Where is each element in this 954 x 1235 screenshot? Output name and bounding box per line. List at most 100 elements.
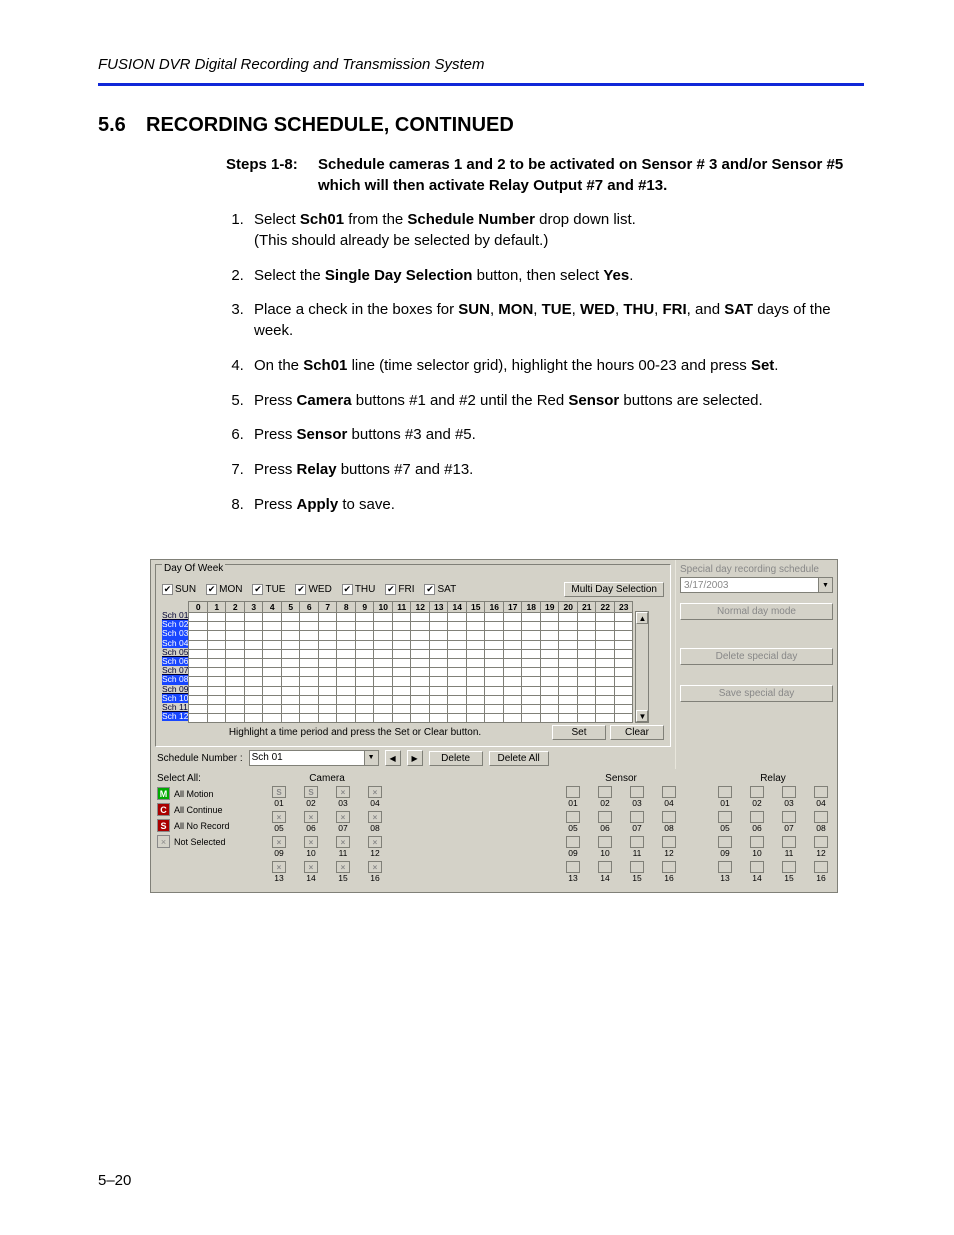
steps-text: Schedule cameras 1 and 2 to be activated… <box>318 155 864 196</box>
sensor-button-14[interactable]: 14 <box>595 861 615 883</box>
scroll-down-icon[interactable]: ▼ <box>636 710 648 722</box>
schedule-number-combo[interactable]: Sch 01▼ <box>249 750 379 766</box>
select-all-not-selected[interactable]: ×Not Selected <box>157 835 261 848</box>
sensor-button-8[interactable]: 08 <box>659 811 679 833</box>
relay-button-8[interactable]: 08 <box>811 811 831 833</box>
clear-button[interactable]: Clear <box>610 725 664 740</box>
camera-button-7[interactable]: ×07 <box>333 811 353 833</box>
camera-button-3[interactable]: ×03 <box>333 786 353 808</box>
steps-header: Steps 1-8: Schedule cameras 1 and 2 to b… <box>226 155 864 196</box>
special-day-date[interactable]: 3/17/2003▼ <box>680 577 833 593</box>
camera-button-10[interactable]: ×10 <box>301 836 321 858</box>
next-button[interactable]: ▶ <box>407 750 423 766</box>
relay-button-15[interactable]: 15 <box>779 861 799 883</box>
relay-button-16[interactable]: 16 <box>811 861 831 883</box>
sensor-label: Sensor <box>563 773 679 784</box>
relay-button-13[interactable]: 13 <box>715 861 735 883</box>
camera-button-2[interactable]: S02 <box>301 786 321 808</box>
page: FUSION DVR Digital Recording and Transmi… <box>0 0 954 1235</box>
relay-button-7[interactable]: 07 <box>779 811 799 833</box>
relay-button-5[interactable]: 05 <box>715 811 735 833</box>
sensor-button-10[interactable]: 10 <box>595 836 615 858</box>
lower-panel: Select All: MAll MotionCAll ContinueSAll… <box>151 769 837 892</box>
camera-button-6[interactable]: ×06 <box>301 811 321 833</box>
sensor-button-15[interactable]: 15 <box>627 861 647 883</box>
sensor-group: Sensor 01 02 03 04 05 06 07 08 09 10 11 12 13 14 15 16 <box>563 773 679 886</box>
camera-button-11[interactable]: ×11 <box>333 836 353 858</box>
schedule-row-label[interactable]: Sch 12 <box>162 712 188 721</box>
steps-list: Select Sch01 from the Schedule Number dr… <box>226 210 864 515</box>
sensor-button-7[interactable]: 07 <box>627 811 647 833</box>
camera-button-1[interactable]: S01 <box>269 786 289 808</box>
sensor-button-9[interactable]: 09 <box>563 836 583 858</box>
relay-button-4[interactable]: 04 <box>811 786 831 808</box>
chevron-down-icon[interactable]: ▼ <box>364 751 378 765</box>
camera-button-14[interactable]: ×14 <box>301 861 321 883</box>
sensor-button-11[interactable]: 11 <box>627 836 647 858</box>
relay-label: Relay <box>715 773 831 784</box>
prev-button[interactable]: ◀ <box>385 750 401 766</box>
sensor-button-5[interactable]: 05 <box>563 811 583 833</box>
normal-day-button[interactable]: Normal day mode <box>680 603 833 620</box>
time-grid[interactable]: 01234567891011121314151617181920212223 <box>188 601 633 723</box>
dow-row: ✔SUN ✔MON ✔TUE ✔WED ✔THU ✔FRI ✔SAT Multi Day S… <box>156 580 670 601</box>
grid-scrollbar[interactable]: ▲ ▼ <box>635 611 649 723</box>
camera-button-16[interactable]: ×16 <box>365 861 385 883</box>
special-day-title: Special day recording schedule <box>680 564 833 575</box>
special-day-panel: Special day recording schedule 3/17/2003… <box>675 560 837 769</box>
step-8: Press Apply to save. <box>248 495 864 516</box>
dow-check-thu[interactable]: ✔THU <box>342 584 376 595</box>
relay-button-10[interactable]: 10 <box>747 836 767 858</box>
select-all-all-no-record[interactable]: SAll No Record <box>157 819 261 832</box>
dow-check-fri[interactable]: ✔FRI <box>385 584 414 595</box>
relay-button-2[interactable]: 02 <box>747 786 767 808</box>
camera-button-9[interactable]: ×09 <box>269 836 289 858</box>
header-rule <box>98 83 864 86</box>
camera-button-8[interactable]: ×08 <box>365 811 385 833</box>
delete-all-button[interactable]: Delete All <box>489 751 549 766</box>
sensor-button-2[interactable]: 02 <box>595 786 615 808</box>
relay-button-11[interactable]: 11 <box>779 836 799 858</box>
step-3: Place a check in the boxes for SUN, MON,… <box>248 300 864 341</box>
dow-check-sat[interactable]: ✔SAT <box>424 584 456 595</box>
dow-check-wed[interactable]: ✔WED <box>295 584 331 595</box>
relay-button-12[interactable]: 12 <box>811 836 831 858</box>
sensor-button-12[interactable]: 12 <box>659 836 679 858</box>
dow-check-tue[interactable]: ✔TUE <box>252 584 285 595</box>
schedule-grid: Sch 01Sch 02Sch 03Sch 04Sch 05Sch 06Sch … <box>156 601 670 723</box>
relay-button-9[interactable]: 09 <box>715 836 735 858</box>
relay-button-14[interactable]: 14 <box>747 861 767 883</box>
camera-button-12[interactable]: ×12 <box>365 836 385 858</box>
select-all-group: Select All: MAll MotionCAll ContinueSAll… <box>157 773 261 886</box>
camera-button-4[interactable]: ×04 <box>365 786 385 808</box>
sensor-button-4[interactable]: 04 <box>659 786 679 808</box>
select-all-all-continue[interactable]: CAll Continue <box>157 803 261 816</box>
select-all-all-motion[interactable]: MAll Motion <box>157 787 261 800</box>
delete-special-button[interactable]: Delete special day <box>680 648 833 665</box>
sensor-button-1[interactable]: 01 <box>563 786 583 808</box>
sensor-button-13[interactable]: 13 <box>563 861 583 883</box>
relay-button-3[interactable]: 03 <box>779 786 799 808</box>
camera-button-5[interactable]: ×05 <box>269 811 289 833</box>
schedule-number-label: Schedule Number : <box>157 753 243 764</box>
relay-button-6[interactable]: 06 <box>747 811 767 833</box>
set-button[interactable]: Set <box>552 725 606 740</box>
sensor-button-16[interactable]: 16 <box>659 861 679 883</box>
delete-button[interactable]: Delete <box>429 751 483 766</box>
dow-label: Day Of Week <box>162 563 225 574</box>
chevron-down-icon[interactable]: ▼ <box>818 578 832 592</box>
sensor-button-6[interactable]: 06 <box>595 811 615 833</box>
dow-check-sun[interactable]: ✔SUN <box>162 584 196 595</box>
sensor-button-3[interactable]: 03 <box>627 786 647 808</box>
relay-button-1[interactable]: 01 <box>715 786 735 808</box>
camera-button-13[interactable]: ×13 <box>269 861 289 883</box>
schedule-main: Day Of Week ✔SUN ✔MON ✔TUE ✔WED ✔THU ✔FRI ✔SAT… <box>151 560 675 769</box>
running-header: FUSION DVR Digital Recording and Transmi… <box>98 56 864 73</box>
dow-check-mon[interactable]: ✔MON <box>206 584 242 595</box>
schedule-panel: Day Of Week ✔SUN ✔MON ✔TUE ✔WED ✔THU ✔FRI ✔SAT… <box>150 559 838 893</box>
relay-group: Relay 01 02 03 04 05 06 07 08 09 10 11 12 13 14 15 16 <box>715 773 831 886</box>
save-special-button[interactable]: Save special day <box>680 685 833 702</box>
camera-button-15[interactable]: ×15 <box>333 861 353 883</box>
scroll-up-icon[interactable]: ▲ <box>636 612 648 624</box>
multi-day-button[interactable]: Multi Day Selection <box>564 582 664 597</box>
